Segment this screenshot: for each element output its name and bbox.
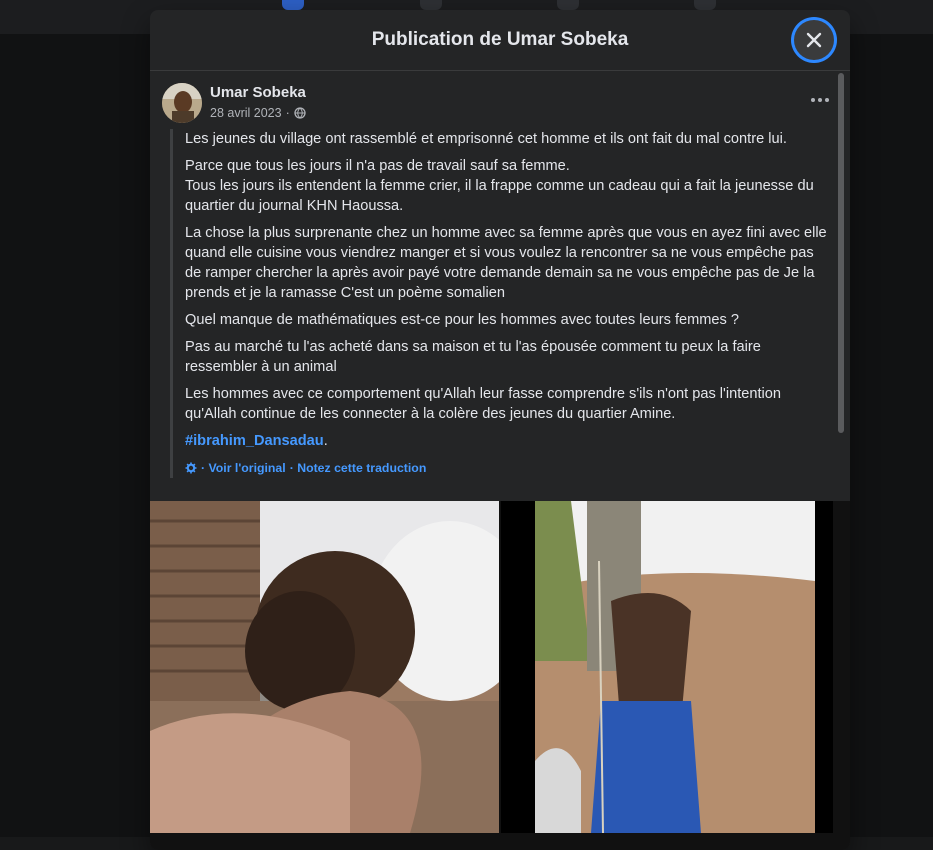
paragraph: Pas au marché tu l'as acheté dans sa mai… bbox=[185, 339, 761, 375]
avatar[interactable] bbox=[162, 83, 202, 123]
post-header: Umar Sobeka 28 avril 2023 · bbox=[162, 83, 832, 127]
post-dialog: Publication de Umar Sobeka Umar Sobeka 2… bbox=[150, 10, 850, 850]
paragraph: Tous les jours ils entendent la femme cr… bbox=[185, 178, 814, 214]
post-media bbox=[150, 501, 850, 850]
video-icon[interactable] bbox=[420, 0, 442, 10]
more-horizontal-icon bbox=[811, 98, 815, 102]
paragraph: La chose la plus surprenante chez un hom… bbox=[185, 225, 827, 301]
post-meta: 28 avril 2023 · bbox=[210, 106, 306, 120]
close-icon bbox=[806, 32, 822, 48]
post-photo[interactable] bbox=[150, 501, 499, 833]
meta-separator: · bbox=[285, 106, 290, 120]
hashtag-link[interactable]: #ibrahim_Dansadau bbox=[185, 433, 324, 449]
post-date[interactable]: 28 avril 2023 bbox=[210, 106, 282, 120]
close-button[interactable] bbox=[794, 20, 834, 60]
scrollbar[interactable] bbox=[838, 73, 844, 433]
post-text: Les jeunes du village ont rassemblé et e… bbox=[170, 129, 830, 478]
post-content-scroll[interactable]: Umar Sobeka 28 avril 2023 · Les jeunes d… bbox=[150, 71, 850, 850]
hashtag-suffix: . bbox=[323, 433, 328, 449]
rate-translation-link[interactable]: · Notez cette traduction bbox=[290, 458, 427, 478]
gear-icon bbox=[185, 462, 197, 474]
groups-icon[interactable] bbox=[557, 0, 579, 10]
globe-icon bbox=[294, 107, 306, 119]
paragraph: Les jeunes du village ont rassemblé et e… bbox=[185, 131, 787, 147]
dialog-header: Publication de Umar Sobeka bbox=[150, 10, 850, 71]
translation-bar: · Voir l'original · Notez cette traducti… bbox=[185, 458, 830, 478]
more-options-button[interactable] bbox=[808, 91, 832, 109]
gaming-icon[interactable] bbox=[694, 0, 716, 10]
paragraph: Les hommes avec ce comportement qu'Allah… bbox=[185, 386, 782, 422]
hashtag-line: #ibrahim_Dansadau. bbox=[185, 431, 830, 451]
view-original-link[interactable]: · Voir l'original bbox=[201, 458, 286, 478]
dialog-title: Publication de Umar Sobeka bbox=[371, 29, 629, 50]
paragraph: Parce que tous les jours il n'a pas de t… bbox=[185, 158, 570, 174]
paragraph: Quel manque de mathématiques est-ce pour… bbox=[185, 312, 740, 328]
author-name[interactable]: Umar Sobeka bbox=[210, 84, 306, 101]
post-video-thumbnail[interactable] bbox=[501, 501, 833, 833]
home-icon[interactable] bbox=[282, 0, 304, 10]
